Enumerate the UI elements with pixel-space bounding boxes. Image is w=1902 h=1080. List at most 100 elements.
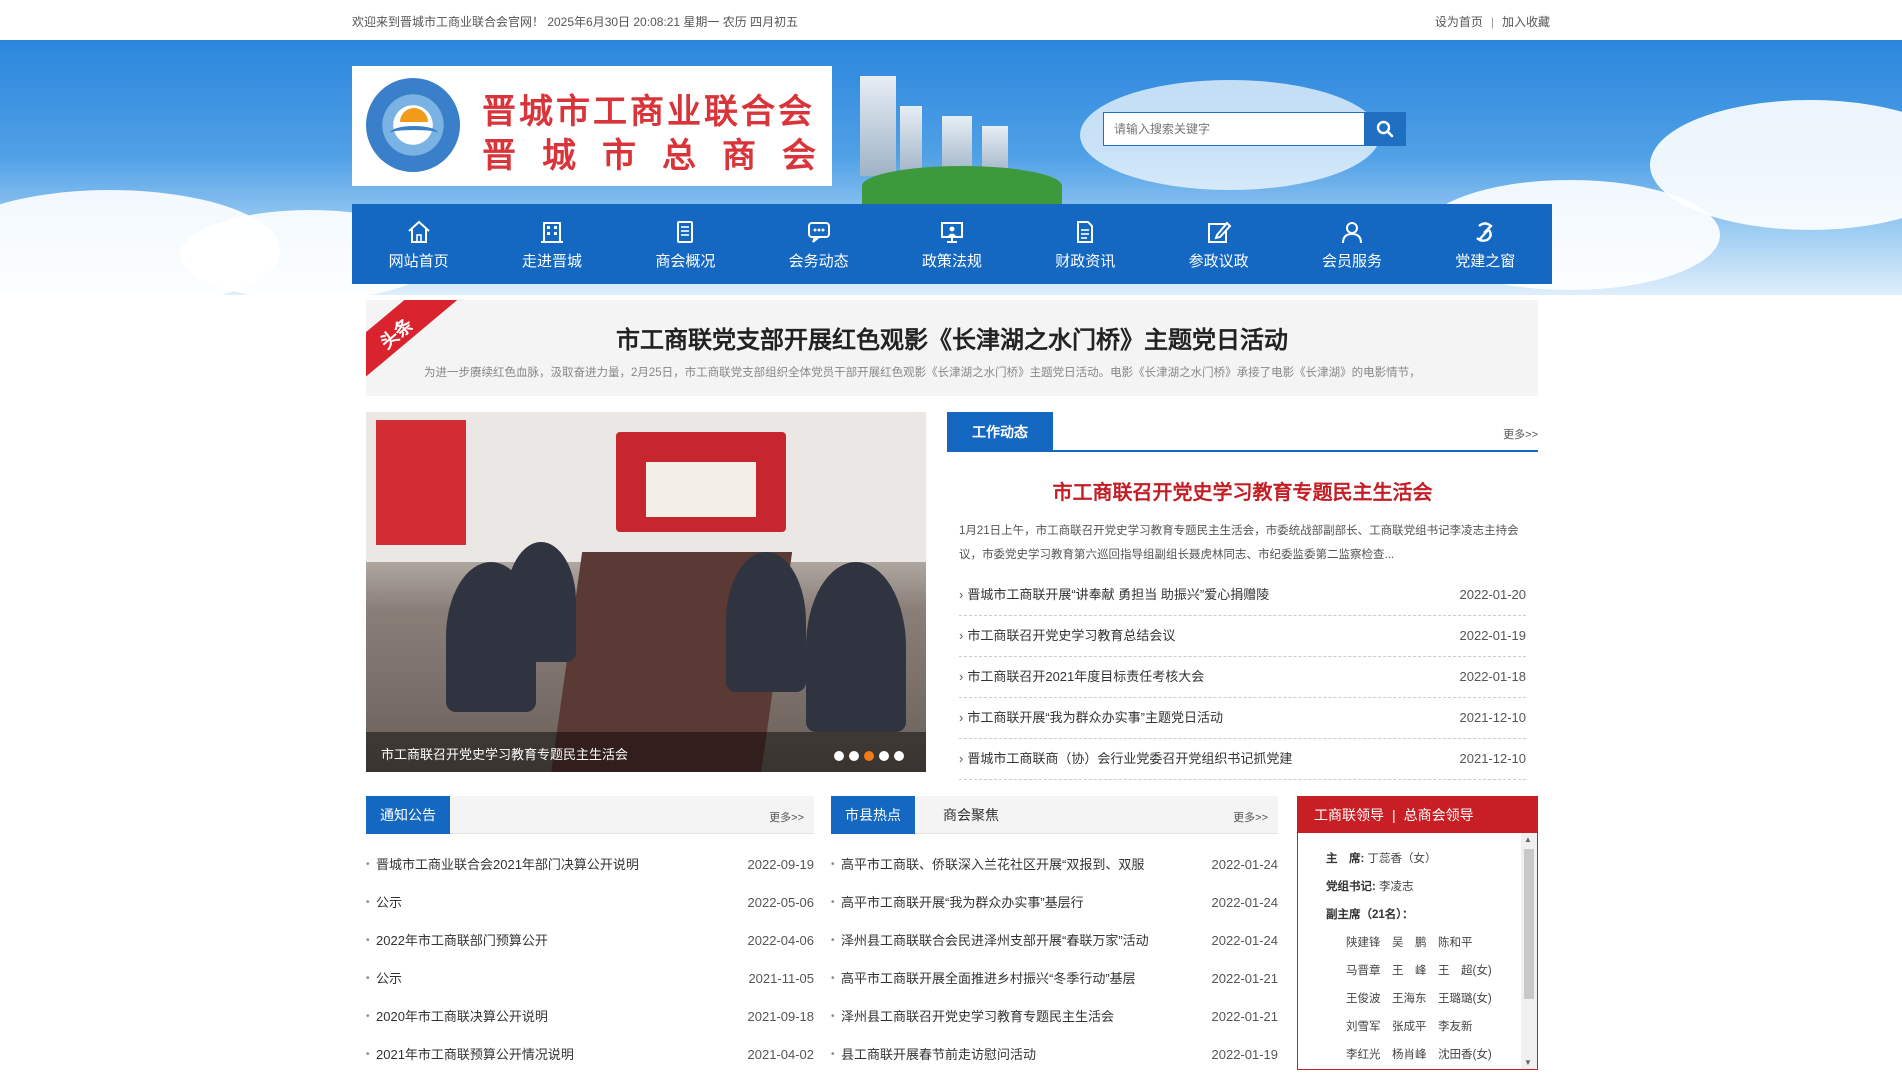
list-item[interactable]: › 市工商联召开党史学习教育总结会议 2022-01-19 (959, 616, 1526, 657)
notice-section: 通知公告 更多>> 晋城市工商业联合会2021年部门决算公开说明 2022-09-… (366, 796, 814, 1080)
file-icon (1077, 220, 1094, 243)
list-item-title[interactable]: 公示 (376, 884, 402, 922)
headline-title[interactable]: 市工商联党支部开展红色观影《长津湖之水门桥》主题党日活动 (366, 320, 1538, 355)
set-home-link[interactable]: 设为首页 (1435, 15, 1483, 29)
list-item[interactable]: 泽州县工商联联合会民进泽州支部开展“春联万家”活动 2022-01-24 (831, 922, 1278, 960)
nav-item-policy[interactable]: 政策法规 (885, 204, 1018, 284)
list-item-title[interactable]: 县工商联开展春节前走访慰问活动 (841, 1036, 1036, 1074)
scroll-down-icon[interactable]: ▼ (1524, 1058, 1532, 1067)
list-item-title[interactable]: 泽州县工商联召开党史学习教育专题民主生活会 (841, 998, 1114, 1036)
top-bar: 欢迎来到晋城市工商业联合会官网！ 2025年6月30日 20:08:21 星期一… (0, 0, 1902, 40)
list-item-title[interactable]: 2022年市工商联部门预算公开 (376, 922, 548, 960)
list-item[interactable]: 高平市工商联开展全面推进乡村振兴“冬季行动”基层 2022-01-21 (831, 960, 1278, 998)
notice-more-link[interactable]: 更多>> (769, 809, 804, 825)
list-item-date: 2022-01-19 (1459, 628, 1527, 643)
list-item-title[interactable]: 晋城市工商联商（协）会行业党委召开党组织书记抓党建 (967, 751, 1292, 766)
list-item[interactable]: 县工商联开展春节前走访慰问活动 2022-01-19 (831, 1036, 1278, 1074)
add-favorite-link[interactable]: 加入收藏 (1502, 15, 1550, 29)
list-item-title[interactable]: 市工商联召开2021年度目标责任考核大会 (967, 669, 1204, 684)
nav-item-finance[interactable]: 财政资讯 (1019, 204, 1152, 284)
vice-label-row: 副主席（21名）： (1326, 901, 1520, 929)
slider-dot[interactable] (894, 751, 904, 761)
work-news-list: › 晋城市工商联开展“讲奉献 勇担当 助振兴”爱心捐赠陵 2022-01-20 › 市… (959, 575, 1526, 780)
nav-item-label: 参政议政 (1188, 252, 1249, 270)
list-item[interactable]: › 晋城市工商联开展“讲奉献 勇担当 助振兴”爱心捐赠陵 2022-01-20 (959, 575, 1526, 616)
search-button[interactable] (1364, 112, 1406, 146)
slider-dot[interactable] (834, 751, 844, 761)
hotspot-more-link[interactable]: 更多>> (1233, 809, 1268, 825)
nav-item-home[interactable]: 网站首页 (352, 204, 485, 284)
chair-row: 主 席: 丁蕊香（女） (1326, 845, 1520, 873)
work-feature-title[interactable]: 市工商联召开党史学习教育专题民主生活会 (947, 476, 1538, 505)
headline-news[interactable]: 头条 市工商联党支部开展红色观影《长津湖之水门桥》主题党日活动 为进一步赓续红色… (366, 300, 1538, 396)
nav-item-about-city[interactable]: 走进晋城 (485, 204, 618, 284)
search-input[interactable] (1104, 113, 1364, 145)
leaders-header: 工商联领导 | 总商会领导 (1298, 797, 1537, 833)
list-item-date: 2021-12-10 (1459, 710, 1527, 725)
list-item-date: 2022-01-24 (1205, 922, 1278, 960)
nav-item-politics[interactable]: 参政议政 (1152, 204, 1285, 284)
tab-notice[interactable]: 通知公告 (366, 796, 450, 834)
list-item-title[interactable]: 市工商联召开党史学习教育总结会议 (967, 628, 1175, 643)
tab-federation-leaders[interactable]: 工商联领导 (1314, 807, 1384, 823)
list-item[interactable]: 泽州县工商联召开党史学习教育专题民主生活会 2022-01-21 (831, 998, 1278, 1036)
list-item[interactable]: 2020年市工商联决算公开说明 2021-09-18 (366, 998, 814, 1036)
slider-dot[interactable] (864, 751, 874, 761)
list-item-date: 2022-01-19 (1205, 1036, 1278, 1074)
tab-work-news[interactable]: 工作动态 (947, 412, 1053, 452)
nav-item-party[interactable]: 党建之窗 (1419, 204, 1552, 284)
chat-icon (807, 221, 830, 243)
list-item[interactable]: › 市工商联开展“我为群众办实事”主题党日活动 2021-12-10 (959, 698, 1526, 739)
list-item-title[interactable]: 高平市工商联、侨联深入兰花社区开展“双报到、双服 (841, 846, 1144, 884)
welcome-text: 欢迎来到晋城市工商业联合会官网！ 2025年6月30日 20:08:21 星期一… (352, 15, 799, 29)
slider-dot[interactable] (879, 751, 889, 761)
leaders-panel: 工商联领导 | 总商会领导 主 席: 丁蕊香（女） 党组书记: 李凌志 副主席（21… (1297, 796, 1538, 1070)
leaders-tab-separator: | (1392, 807, 1396, 823)
list-item-title[interactable]: 市工商联开展“我为群众办实事”主题党日活动 (967, 710, 1223, 725)
vice-names-row: 马晋章 王 峰 王 超(女) (1346, 965, 1492, 977)
list-item[interactable]: 高平市工商联开展“我为群众办实事”基层行 2022-01-24 (831, 884, 1278, 922)
site-logo[interactable]: 晋城市工商业联合会 晋城市总商会 (352, 66, 832, 186)
list-item-title[interactable]: 2020年市工商联决算公开说明 (376, 998, 548, 1036)
nav-item-label: 财政资讯 (1055, 252, 1116, 270)
list-item-title[interactable]: 泽州县工商联联合会民进泽州支部开展“春联万家”活动 (841, 922, 1149, 960)
building-icon (540, 221, 563, 243)
list-item-date: 2021-11-05 (742, 960, 814, 998)
list-item-title[interactable]: 晋城市工商联开展“讲奉献 勇担当 助振兴”爱心捐赠陵 (967, 587, 1269, 602)
secretary-label: 党组书记: (1326, 881, 1376, 893)
photo-slider[interactable]: 市工商联召开党史学习教育专题民主生活会 (366, 412, 926, 772)
work-news-more-link[interactable]: 更多>> (1503, 426, 1538, 442)
logo-title-line1: 晋城市工商业联合会 (482, 92, 815, 132)
vice-names-row: 李红光 杨肖峰 沈田香(女) (1346, 1049, 1492, 1061)
tab-chamber-focus[interactable]: 商会聚焦 (943, 796, 999, 834)
secretary-name: 李凌志 (1379, 881, 1414, 893)
list-item[interactable]: 公示 2021-11-05 (366, 960, 814, 998)
list-item[interactable]: 公示 2022-05-06 (366, 884, 814, 922)
list-item[interactable]: › 市工商联召开2021年度目标责任考核大会 2022-01-18 (959, 657, 1526, 698)
list-item-title[interactable]: 晋城市工商业联合会2021年部门决算公开说明 (376, 846, 639, 884)
list-item-title[interactable]: 公示 (376, 960, 402, 998)
tab-chamber-leaders[interactable]: 总商会领导 (1404, 807, 1474, 823)
list-item-title[interactable]: 2021年市工商联预算公开情况说明 (376, 1036, 574, 1074)
top-links-separator: | (1490, 15, 1494, 29)
list-item[interactable]: › 晋城市工商联商（协）会行业党委召开党组织书记抓党建 2021-12-10 (959, 739, 1526, 780)
list-item[interactable]: 晋城市工商业联合会2021年部门决算公开说明 2022-09-19 (366, 846, 814, 884)
slider-caption-text[interactable]: 市工商联召开党史学习教育专题民主生活会 (381, 744, 628, 763)
nav-item-overview[interactable]: 商会概况 (619, 204, 752, 284)
leaders-scrollbar[interactable]: ▲ ▼ (1521, 833, 1537, 1069)
main-nav: 网站首页 走进晋城 商会概况 会务动态 政策法规 财政资讯 参政议政 会员服务 … (352, 204, 1552, 284)
list-item[interactable]: 2022年市工商联部门预算公开 2022-04-06 (366, 922, 814, 960)
slider-dot[interactable] (849, 751, 859, 761)
nav-item-news[interactable]: 会务动态 (752, 204, 885, 284)
list-item-title[interactable]: 高平市工商联开展“我为群众办实事”基层行 (841, 884, 1084, 922)
chevron-right-icon: › (959, 710, 964, 725)
scrollbar-thumb[interactable] (1524, 849, 1534, 999)
list-item-title[interactable]: 高平市工商联开展全面推进乡村振兴“冬季行动”基层 (841, 960, 1136, 998)
list-item[interactable]: 高平市工商联、侨联深入兰花社区开展“双报到、双服 2022-01-24 (831, 846, 1278, 884)
scroll-up-icon[interactable]: ▲ (1524, 835, 1532, 844)
nav-item-member[interactable]: 会员服务 (1285, 204, 1418, 284)
tab-city-hotspot[interactable]: 市县热点 (831, 796, 915, 834)
notice-header: 通知公告 更多>> (366, 796, 814, 834)
chevron-right-icon: › (959, 587, 964, 602)
list-item[interactable]: 2021年市工商联预算公开情况说明 2021-04-02 (366, 1036, 814, 1074)
